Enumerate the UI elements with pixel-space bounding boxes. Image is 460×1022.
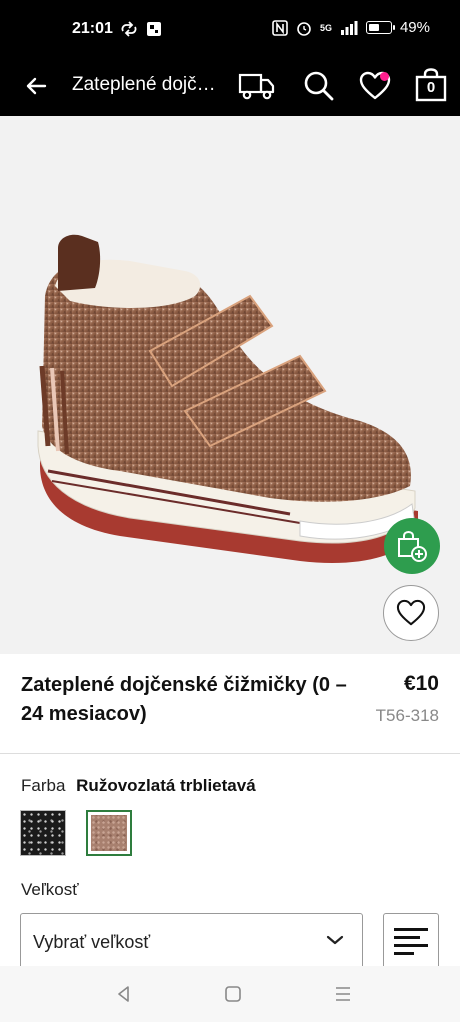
delivery-button[interactable]: [237, 66, 277, 106]
status-time: 21:01: [72, 20, 113, 37]
app-header: Zateplené dojčenské čižmičky (0 – 24 mes…: [0, 58, 460, 116]
battery-percent: 49%: [399, 19, 430, 36]
size-select-placeholder: Vybrať veľkosť: [33, 932, 151, 952]
chevron-down-icon: [326, 935, 344, 945]
nav-back-icon: [118, 986, 129, 1002]
size-label: Veľkosť: [21, 880, 79, 899]
back-arrow-icon: [26, 77, 47, 95]
size-select[interactable]: Vybrať veľkosť: [20, 913, 363, 969]
system-nav-bar: [0, 966, 460, 1022]
nav-home-icon: [225, 986, 241, 1002]
favorites-indicator: [380, 72, 389, 81]
bag-add-icon: [398, 530, 427, 562]
size-guide-icon: [394, 928, 428, 955]
search-icon: [304, 71, 334, 101]
battery-fill: [368, 24, 379, 31]
battery-icon: [365, 21, 395, 34]
bag-button[interactable]: 0: [411, 66, 451, 106]
product-title-block: Zateplené dojčenské čižmičky (0 – 24 mes…: [0, 654, 460, 754]
favorites-button[interactable]: [355, 66, 395, 106]
swatch-black-glitter[interactable]: [20, 810, 66, 856]
network-type: 5G: [319, 22, 332, 33]
nav-menu-icon: [336, 987, 350, 1001]
status-left-icons: [120, 20, 162, 38]
nav-back-button[interactable]: [112, 982, 136, 1006]
signal-icon: [340, 21, 358, 35]
search-button[interactable]: [299, 66, 339, 106]
size-guide-button[interactable]: [383, 913, 439, 969]
delivery-truck-icon: [238, 73, 275, 100]
nfc-icon: [272, 19, 288, 36]
notification-icon: [147, 22, 161, 36]
status-right: 5G 49%: [272, 19, 430, 36]
nav-menu-button[interactable]: [331, 982, 355, 1006]
baby-bootie-image: [37, 234, 418, 563]
product-name: Zateplené dojčenské čižmičky (0 – 24 mes…: [21, 674, 347, 725]
quick-add-button[interactable]: [384, 518, 440, 574]
colour-row: Farba Ružovozlatá trblietavá: [21, 776, 256, 796]
product-price: €10: [403, 672, 439, 695]
swatch-rose-gold-fill: [91, 815, 127, 851]
swatch-rose-gold-glitter[interactable]: [86, 810, 132, 856]
nav-home-button[interactable]: [221, 982, 245, 1006]
back-button[interactable]: [18, 68, 54, 104]
status-bar: 21:01 5G 49%: [0, 0, 460, 58]
alarm-icon: [297, 21, 311, 36]
sync-icon: [121, 21, 137, 37]
add-to-favorites-button[interactable]: [383, 585, 439, 641]
product-image[interactable]: [0, 116, 460, 654]
bag-count: 0: [426, 79, 436, 96]
header-title: Zateplené dojčenské čižmičky (0 – 24 mes…: [72, 74, 224, 95]
colour-value: Ružovozlatá trblietavá: [76, 776, 256, 795]
product-sku: T56-318: [375, 706, 439, 725]
colour-label: Farba: [21, 776, 66, 795]
heart-outline-icon: [396, 599, 426, 626]
